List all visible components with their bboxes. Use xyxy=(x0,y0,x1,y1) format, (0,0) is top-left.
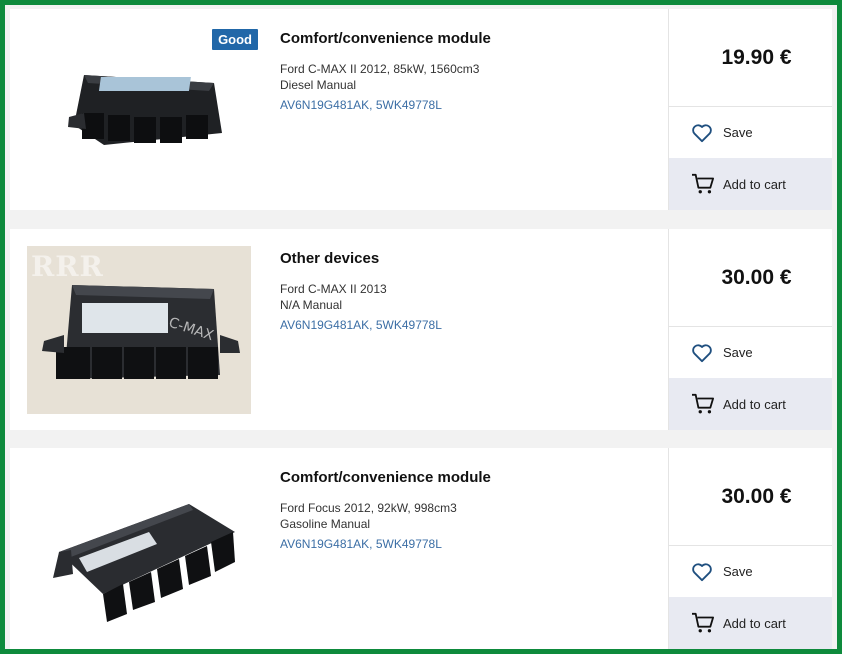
shopping-cart-icon xyxy=(692,173,714,194)
vehicle-description: Ford C-MAX II 2012, 85kW, 1560cm3 Diesel… xyxy=(280,61,668,93)
product-photo: RRR xyxy=(27,459,254,633)
watermark: RRR xyxy=(31,249,104,283)
listing-title[interactable]: Comfort/convenience module xyxy=(280,30,668,47)
purchase-panel: 19.90 € Save Add to cart xyxy=(668,9,832,210)
vehicle-fuel-gearbox: N/A Manual xyxy=(280,298,343,312)
heart-icon xyxy=(692,562,712,581)
save-button[interactable]: Save xyxy=(669,546,832,597)
cart-label: Add to cart xyxy=(723,615,786,631)
save-label: Save xyxy=(723,125,753,140)
vehicle-fuel-gearbox: Gasoline Manual xyxy=(280,517,371,531)
product-thumbnail[interactable]: RRR xyxy=(10,448,268,649)
part-codes: AV6N19G481AK, 5WK49778L xyxy=(280,318,442,332)
save-button[interactable]: Save xyxy=(669,107,832,158)
listing-info: Comfort/convenience module Ford C-MAX II… xyxy=(268,9,668,210)
condition-badge: Good xyxy=(212,29,258,50)
product-thumbnail[interactable]: C-MAX RRR xyxy=(10,229,268,430)
shopping-cart-icon xyxy=(692,393,714,414)
listing-title[interactable]: Other devices xyxy=(280,250,668,267)
product-photo: C-MAX RRR xyxy=(27,245,251,414)
watermark: RRR xyxy=(182,458,255,492)
vehicle-model: Ford C-MAX II 2013 xyxy=(280,282,387,296)
part-codes: AV6N19G481AK, 5WK49778L xyxy=(280,537,442,551)
shopping-cart-icon xyxy=(692,612,714,633)
save-button[interactable]: Save xyxy=(669,327,832,378)
listing-card: RRR Good Comfort/convenience module Ford… xyxy=(10,9,832,210)
cart-label: Add to cart xyxy=(723,396,786,412)
add-to-cart-button[interactable]: Add to cart xyxy=(669,597,832,649)
save-label: Save xyxy=(723,564,753,579)
price: 19.90 € xyxy=(669,9,832,107)
results-frame: RRR Good Comfort/convenience module Ford… xyxy=(0,0,842,654)
vehicle-model: Ford C-MAX II 2012, 85kW, 1560cm3 xyxy=(280,62,480,76)
add-to-cart-button[interactable]: Add to cart xyxy=(669,378,832,430)
vehicle-fuel-gearbox: Diesel Manual xyxy=(280,78,357,92)
product-thumbnail[interactable]: RRR Good xyxy=(10,9,268,210)
price: 30.00 € xyxy=(669,448,832,546)
vehicle-description: Ford C-MAX II 2013 N/A Manual xyxy=(280,281,668,313)
add-to-cart-button[interactable]: Add to cart xyxy=(669,158,832,210)
part-codes: AV6N19G481AK, 5WK49778L xyxy=(280,98,442,112)
watermark: RRR xyxy=(25,154,98,188)
listing-info: Other devices Ford C-MAX II 2013 N/A Man… xyxy=(268,229,668,430)
price: 30.00 € xyxy=(669,229,832,327)
control-module-image xyxy=(53,503,235,622)
purchase-panel: 30.00 € Save Add to cart xyxy=(668,229,832,430)
heart-icon xyxy=(692,123,712,142)
purchase-panel: 30.00 € Save Add to cart xyxy=(668,448,832,649)
control-module-image xyxy=(68,74,222,145)
listing-card: C-MAX RRR Other devices Ford C-MAX II 20… xyxy=(10,229,832,430)
product-photo: RRR xyxy=(25,26,251,194)
vehicle-description: Ford Focus 2012, 92kW, 998cm3 Gasoline M… xyxy=(280,500,668,532)
heart-icon xyxy=(692,343,712,362)
listing-info: Comfort/convenience module Ford Focus 20… xyxy=(268,448,668,649)
save-label: Save xyxy=(723,345,753,360)
listing-title[interactable]: Comfort/convenience module xyxy=(280,469,668,486)
cart-label: Add to cart xyxy=(723,176,786,192)
listing-card: RRR Comfort/convenience module Ford Focu… xyxy=(10,448,832,649)
vehicle-model: Ford Focus 2012, 92kW, 998cm3 xyxy=(280,501,457,515)
